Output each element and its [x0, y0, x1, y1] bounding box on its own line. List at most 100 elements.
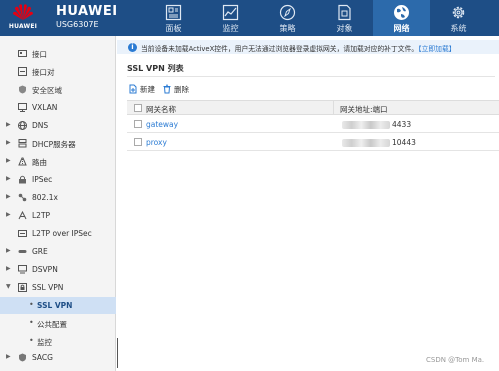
- nav-label: 策略: [279, 24, 296, 33]
- activex-notice-bar: i 当前设备未加载ActiveX控件，用户无法通过浏览器登录虚拟网关，请加载对应…: [117, 40, 499, 54]
- huawei-logo: HUAWEI: [4, 3, 42, 33]
- redacted-address: [342, 139, 390, 147]
- sidebar-item-security-zone[interactable]: 安全区域: [0, 81, 116, 98]
- main-content: i 当前设备未加载ActiveX控件，用户无法通过浏览器登录虚拟网关，请加载对应…: [117, 36, 499, 371]
- sidebar-subitem-sslvpn[interactable]: • SSL VPN: [0, 297, 116, 314]
- sidebar-item-8021x[interactable]: ▶ 802.1x: [0, 189, 116, 206]
- load-now-link[interactable]: 【立即加载】: [418, 45, 455, 53]
- dns-icon: [18, 121, 27, 130]
- device-model: USG6307E: [56, 20, 99, 29]
- gre-icon: [18, 250, 27, 253]
- row-checkbox[interactable]: [134, 120, 142, 128]
- sidebar-nav: 接口 接口对 安全区域 VXLAN ▶ DNS ▶ DHCP服务器 ▶ 路由 ▶…: [0, 36, 116, 371]
- sidebar-item-dns[interactable]: ▶ DNS: [0, 117, 116, 134]
- table-row[interactable]: proxy 10443: [127, 133, 499, 151]
- table-header: 网关名称 网关地址:端口: [127, 100, 499, 115]
- l2tp-icon: [18, 211, 27, 220]
- chevron-right-icon[interactable]: ▶: [6, 247, 11, 254]
- delete-button-label: 删除: [174, 84, 189, 94]
- divider: [127, 76, 495, 77]
- sidebar-item-label: DNS: [32, 121, 49, 130]
- sidebar-item-vxlan[interactable]: VXLAN: [0, 99, 116, 116]
- sidebar-item-dsvpn[interactable]: ▶ DSVPN: [0, 261, 116, 278]
- nav-monitor[interactable]: 监控: [202, 0, 259, 36]
- system-gear-icon: [452, 6, 465, 19]
- main-nav: 面板 监控 策略 对象 网络 系统: [145, 0, 487, 36]
- sidebar-item-label: SACG: [32, 353, 53, 362]
- sidebar-item-label: L2TP over IPSec: [32, 229, 92, 238]
- sidebar-item-l2tp-over-ipsec[interactable]: L2TP over IPSec: [0, 225, 116, 242]
- sidebar-item-label: DHCP服务器: [32, 140, 76, 149]
- table-row[interactable]: gateway 4433: [127, 115, 499, 133]
- row-checkbox[interactable]: [134, 138, 142, 146]
- sidebar-item-label: 802.1x: [32, 193, 58, 202]
- gateway-port: 10443: [392, 138, 416, 147]
- nav-label: 面板: [165, 24, 182, 33]
- new-button-label: 新建: [140, 84, 155, 94]
- ipsec-icon: [19, 175, 26, 184]
- scrollbar[interactable]: [117, 338, 118, 368]
- sidebar-item-label: 接口: [32, 50, 47, 59]
- logo-text: HUAWEI: [8, 23, 38, 30]
- gateway-address: 4433: [342, 120, 411, 129]
- watermark: CSDN @Tom Ma.: [426, 356, 485, 364]
- select-all-checkbox[interactable]: [134, 104, 142, 112]
- chevron-right-icon[interactable]: ▶: [6, 139, 11, 146]
- nav-label: 网络: [393, 24, 410, 33]
- sidebar-item-sslvpn[interactable]: ▼ SSL VPN: [0, 279, 116, 296]
- sidebar-item-gre[interactable]: ▶ GRE: [0, 243, 116, 260]
- object-icon: [338, 4, 351, 21]
- interface-pair-icon: [18, 67, 27, 76]
- policy-compass-icon: [279, 4, 296, 21]
- sidebar-item-label: VXLAN: [32, 103, 58, 112]
- chevron-right-icon[interactable]: ▶: [6, 193, 11, 200]
- sidebar-subitem-monitor[interactable]: • 监控: [0, 333, 116, 350]
- sacg-icon: [19, 353, 26, 362]
- sidebar-item-interface[interactable]: 接口: [0, 45, 116, 62]
- nav-object[interactable]: 对象: [316, 0, 373, 36]
- dsvpn-icon: [18, 265, 27, 274]
- delete-button[interactable]: 删除: [162, 83, 189, 95]
- chevron-right-icon[interactable]: ▶: [6, 211, 11, 218]
- sidebar-item-sacg[interactable]: ▶ SACG: [0, 349, 116, 366]
- sidebar-item-label: SSL VPN: [32, 283, 64, 292]
- interface-icon: [18, 50, 27, 57]
- gateway-port: 4433: [392, 120, 412, 129]
- l2tp-ipsec-icon: [18, 230, 27, 237]
- chevron-right-icon[interactable]: ▶: [6, 121, 11, 128]
- gateway-name-link[interactable]: proxy: [146, 138, 167, 147]
- nav-dashboard[interactable]: 面板: [145, 0, 202, 36]
- sidebar-item-l2tp[interactable]: ▶ L2TP: [0, 207, 116, 224]
- sidebar-item-label: 安全区域: [32, 86, 62, 95]
- huawei-petal-icon: [13, 4, 33, 20]
- gateway-name-link[interactable]: gateway: [146, 120, 178, 129]
- chevron-right-icon[interactable]: ▶: [6, 265, 11, 272]
- security-zone-icon: [19, 85, 26, 94]
- bullet-icon: •: [29, 318, 34, 327]
- sidebar-item-label: 路由: [32, 158, 47, 167]
- sidebar-item-ipsec[interactable]: ▶ IPSec: [0, 171, 116, 188]
- gateway-address: 10443: [342, 138, 416, 147]
- new-button[interactable]: 新建: [128, 83, 155, 95]
- sidebar-item-dhcp[interactable]: ▶ DHCP服务器: [0, 135, 116, 152]
- chevron-down-icon[interactable]: ▼: [6, 283, 11, 290]
- chevron-right-icon[interactable]: ▶: [6, 353, 11, 360]
- network-globe-icon: [394, 5, 409, 20]
- info-icon: i: [128, 43, 137, 52]
- sidebar-item-label: DSVPN: [32, 265, 58, 274]
- sidebar-subitem-common-config[interactable]: • 公共配置: [0, 315, 116, 332]
- chevron-right-icon[interactable]: ▶: [6, 157, 11, 164]
- trash-icon: [163, 84, 171, 94]
- redacted-address: [342, 121, 390, 129]
- sslvpn-icon: [18, 283, 27, 292]
- notice-message: 当前设备未加载ActiveX控件，用户无法通过浏览器登录虚拟网关，请加载对应的补…: [141, 45, 419, 53]
- nav-network[interactable]: 网络: [373, 0, 430, 36]
- column-separator: [333, 101, 334, 114]
- dashboard-icon: [165, 4, 182, 21]
- nav-policy[interactable]: 策略: [259, 0, 316, 36]
- bullet-icon: •: [29, 300, 34, 309]
- sidebar-item-interface-pair[interactable]: 接口对: [0, 63, 116, 80]
- nav-system[interactable]: 系统: [430, 0, 487, 36]
- chevron-right-icon[interactable]: ▶: [6, 175, 11, 182]
- sidebar-item-route[interactable]: ▶ 路由: [0, 153, 116, 170]
